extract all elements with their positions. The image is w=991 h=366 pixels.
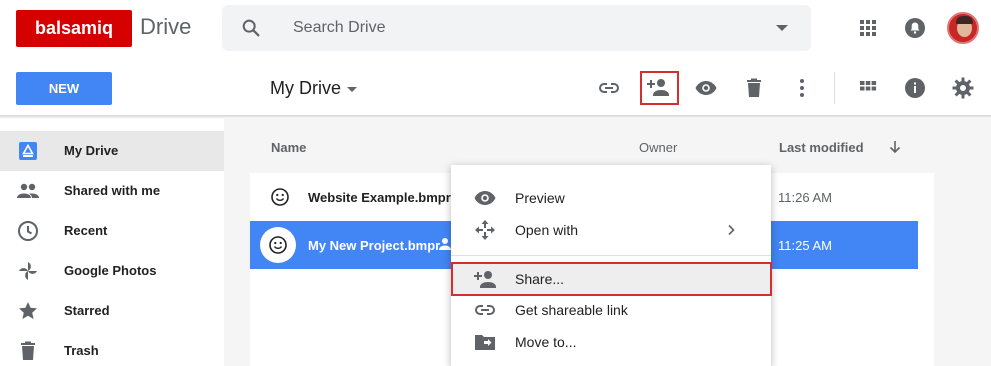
drive-icon <box>19 142 37 160</box>
menu-item-label: Share... <box>515 271 565 287</box>
trash-icon <box>21 341 35 360</box>
file-modified: 11:25 AM <box>778 238 832 253</box>
sidebar-item-my-drive[interactable]: My Drive <box>0 131 224 171</box>
trash-icon[interactable] <box>742 76 766 100</box>
chevron-right-icon <box>728 224 735 236</box>
smiley-file-icon <box>268 185 292 209</box>
sidebar-item-label: Trash <box>64 343 99 358</box>
sort-arrow-down-icon[interactable] <box>887 139 903 155</box>
menu-item-get-shareable-link[interactable]: Get shareable link <box>451 294 771 326</box>
folder-move-icon <box>475 335 495 350</box>
context-menu: Preview Open with Share... Get shareable… <box>451 165 772 366</box>
sidebar-item-shared-with-me[interactable]: Shared with me <box>0 171 224 211</box>
eye-icon <box>474 191 496 205</box>
pinwheel-icon <box>19 262 37 280</box>
menu-item-label: Preview <box>515 190 565 206</box>
person-add-icon[interactable] <box>646 75 670 99</box>
sidebar-item-label: Starred <box>64 303 110 318</box>
file-name: Website Example.bmpr <box>308 190 451 205</box>
gear-icon[interactable] <box>951 76 975 100</box>
menu-item-move-to[interactable]: Move to... <box>451 326 771 358</box>
new-button[interactable]: NEW <box>16 72 112 105</box>
sidebar-item-label: Google Photos <box>64 263 157 278</box>
menu-divider <box>451 255 771 256</box>
menu-item-label: Open with <box>515 222 579 238</box>
info-icon[interactable] <box>903 76 927 100</box>
file-modified: 11:26 AM <box>778 190 832 205</box>
sidebar-item-trash[interactable]: Trash <box>0 331 224 366</box>
search-bar[interactable]: Search Drive <box>222 5 811 51</box>
avatar[interactable] <box>947 12 979 44</box>
toolbar-divider <box>834 72 835 104</box>
chevron-down-icon[interactable] <box>347 87 357 92</box>
sidebar-item-google-photos[interactable]: Google Photos <box>0 251 224 291</box>
menu-item-open-with[interactable]: Open with <box>451 214 771 246</box>
brand-label: balsamiq <box>34 18 114 38</box>
column-header-owner[interactable]: Owner <box>639 140 677 155</box>
column-header-name[interactable]: Name <box>271 140 306 155</box>
menu-item-label: Get shareable link <box>515 302 628 318</box>
search-input[interactable]: Search Drive <box>293 19 385 37</box>
shared-person-icon <box>439 238 451 250</box>
apps-grid-icon[interactable] <box>856 16 880 40</box>
smiley-file-icon <box>260 227 296 263</box>
menu-item-label: Move to... <box>515 334 577 350</box>
file-name: My New Project.bmpr <box>308 238 441 253</box>
sidebar-item-label: My Drive <box>64 143 119 158</box>
people-icon <box>17 183 39 198</box>
search-options-dropdown-icon[interactable] <box>776 25 788 31</box>
sidebar-item-label: Recent <box>64 223 108 238</box>
menu-item-share[interactable]: Share... <box>451 262 772 296</box>
link-icon <box>475 305 495 315</box>
clock-icon <box>18 221 38 241</box>
star-icon <box>19 302 37 319</box>
eye-icon[interactable] <box>694 76 718 100</box>
grid-view-icon[interactable] <box>856 76 880 100</box>
location-title[interactable]: My Drive <box>270 78 341 99</box>
person-add-icon <box>474 271 496 288</box>
more-vert-icon[interactable] <box>790 76 814 100</box>
link-icon[interactable] <box>597 76 621 100</box>
column-header-last-modified[interactable]: Last modified <box>779 140 864 155</box>
sidebar-item-starred[interactable]: Starred <box>0 291 224 331</box>
move-arrows-icon <box>475 220 495 240</box>
notifications-icon[interactable] <box>903 16 927 40</box>
sidebar-item-recent[interactable]: Recent <box>0 211 224 251</box>
balsamiq-logo[interactable]: balsamiq <box>16 10 132 47</box>
menu-item-preview[interactable]: Preview <box>451 182 771 214</box>
app-name: Drive <box>140 14 192 39</box>
sidebar-item-label: Shared with me <box>64 183 161 198</box>
search-icon[interactable] <box>240 17 262 39</box>
